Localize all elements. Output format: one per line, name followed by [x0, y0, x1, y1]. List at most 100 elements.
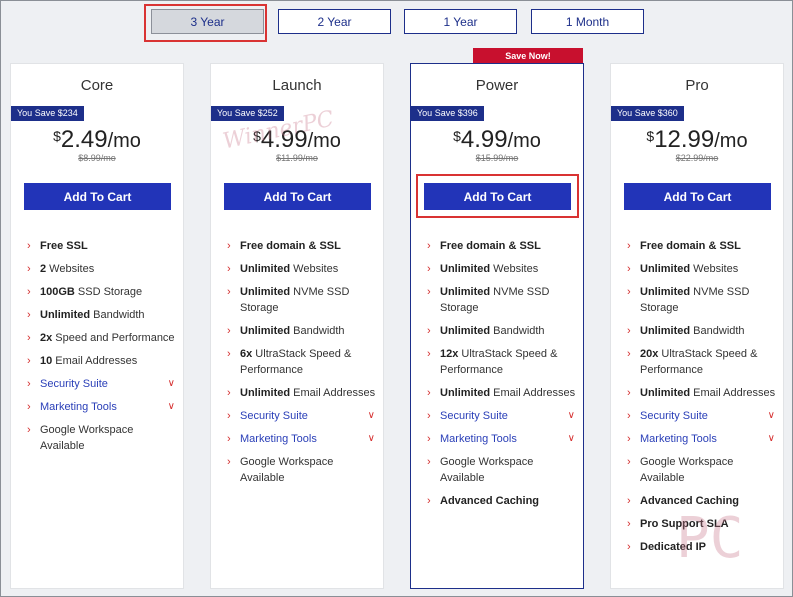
- savings-badge: You Save $234: [11, 106, 84, 121]
- arrow-right-icon: ›: [427, 433, 431, 445]
- term-1-year-button[interactable]: 1 Year: [404, 9, 517, 34]
- price-currency: $: [646, 128, 655, 144]
- feature-text: Email Addresses: [290, 387, 376, 399]
- feature-item: › Free domain & SSL: [427, 238, 579, 254]
- feature-item: › 2x Speed and Performance: [27, 330, 179, 346]
- feature-item: › Unlimited Email Addresses: [627, 385, 779, 401]
- feature-expandable[interactable]: › Security Suite ∨: [27, 376, 179, 392]
- feature-item: › Unlimited Email Addresses: [427, 385, 579, 401]
- feature-link-label[interactable]: Security Suite: [640, 410, 708, 422]
- price-period: /mo: [714, 130, 748, 152]
- feature-highlight: Unlimited: [440, 263, 491, 275]
- chevron-down-icon[interactable]: ∨: [168, 399, 175, 415]
- feature-text: Email Addresses: [690, 387, 776, 399]
- feature-highlight: 10: [40, 355, 53, 367]
- feature-text: Bandwidth: [90, 309, 145, 321]
- arrow-right-icon: ›: [27, 355, 31, 367]
- feature-text: Bandwidth: [290, 325, 345, 337]
- arrow-right-icon: ›: [627, 286, 631, 298]
- term-1-month-button[interactable]: 1 Month: [531, 9, 644, 34]
- feature-text: Email Addresses: [490, 387, 576, 399]
- add-to-cart-button[interactable]: Add To Cart: [624, 183, 771, 210]
- feature-expandable[interactable]: › Marketing Tools ∨: [427, 431, 579, 447]
- chevron-down-icon[interactable]: ∨: [768, 408, 775, 424]
- feature-item: › Google Workspace Available: [27, 422, 179, 454]
- feature-link-label[interactable]: Security Suite: [240, 410, 308, 422]
- arrow-right-icon: ›: [427, 410, 431, 422]
- price-amount: 4.99: [260, 126, 308, 153]
- feature-text: Websites: [690, 263, 739, 275]
- price: $12.99/mo: [611, 126, 783, 154]
- arrow-right-icon: ›: [227, 263, 231, 275]
- arrow-right-icon: ›: [27, 263, 31, 275]
- feature-link-label[interactable]: Marketing Tools: [440, 433, 517, 445]
- feature-highlight: 100GB: [40, 286, 75, 298]
- feature-highlight: Free domain & SSL: [440, 240, 541, 252]
- add-to-cart-button[interactable]: Add To Cart: [24, 183, 171, 210]
- feature-text: Google Workspace Available: [440, 456, 534, 484]
- plan-name: Launch: [272, 77, 322, 94]
- arrow-right-icon: ›: [627, 410, 631, 422]
- feature-text: UltraStack Speed & Performance: [640, 348, 758, 376]
- feature-text: Websites: [490, 263, 539, 275]
- feature-link-label[interactable]: Security Suite: [40, 378, 108, 390]
- feature-item: › 6x UltraStack Speed & Performance: [227, 346, 379, 378]
- feature-expandable[interactable]: › Marketing Tools ∨: [27, 399, 179, 415]
- feature-highlight: Pro Support SLA: [640, 518, 729, 530]
- feature-highlight: Unlimited: [440, 325, 491, 337]
- chevron-down-icon[interactable]: ∨: [568, 408, 575, 424]
- feature-expandable[interactable]: › Security Suite ∨: [627, 408, 779, 424]
- arrow-right-icon: ›: [227, 348, 231, 360]
- chevron-down-icon[interactable]: ∨: [768, 431, 775, 447]
- price-amount: 2.49: [60, 126, 108, 153]
- chevron-down-icon[interactable]: ∨: [368, 408, 375, 424]
- arrow-right-icon: ›: [27, 309, 31, 321]
- feature-link-label[interactable]: Security Suite: [440, 410, 508, 422]
- feature-highlight: Unlimited: [240, 387, 291, 399]
- feature-highlight: Unlimited: [240, 286, 291, 298]
- feature-highlight: Unlimited: [240, 325, 291, 337]
- feature-expandable[interactable]: › Security Suite ∨: [227, 408, 379, 424]
- feature-item: › Unlimited NVMe SSD Storage: [627, 284, 779, 316]
- arrow-right-icon: ›: [627, 348, 631, 360]
- arrow-right-icon: ›: [27, 424, 31, 436]
- arrow-right-icon: ›: [627, 263, 631, 275]
- feature-list: › Free domain & SSL › Unlimited Websites › Un…: [427, 238, 579, 516]
- feature-highlight: Unlimited: [240, 263, 291, 275]
- term-2-year-button[interactable]: 2 Year: [278, 9, 391, 34]
- feature-text: Google Workspace Available: [40, 424, 134, 452]
- feature-highlight: Unlimited: [640, 263, 691, 275]
- feature-text: SSD Storage: [74, 286, 143, 298]
- feature-item: › Free domain & SSL: [227, 238, 379, 254]
- arrow-right-icon: ›: [227, 410, 231, 422]
- plan-name: Core: [80, 77, 114, 94]
- feature-link-label[interactable]: Marketing Tools: [240, 433, 317, 445]
- save-now-badge: Save Now!: [473, 48, 583, 64]
- feature-expandable[interactable]: › Marketing Tools ∨: [227, 431, 379, 447]
- feature-item: › Unlimited NVMe SSD Storage: [427, 284, 579, 316]
- add-to-cart-button[interactable]: Add To Cart: [224, 183, 371, 210]
- feature-expandable[interactable]: › Security Suite ∨: [427, 408, 579, 424]
- feature-highlight: Unlimited: [640, 286, 691, 298]
- chevron-down-icon[interactable]: ∨: [368, 431, 375, 447]
- feature-text: Websites: [46, 263, 95, 275]
- feature-item: › Free domain & SSL: [627, 238, 779, 254]
- feature-link-label[interactable]: Marketing Tools: [640, 433, 717, 445]
- feature-expandable[interactable]: › Marketing Tools ∨: [627, 431, 779, 447]
- savings-badge: You Save $252: [211, 106, 284, 121]
- feature-text: Bandwidth: [690, 325, 745, 337]
- price: $4.99/mo: [211, 126, 383, 154]
- feature-item: › 20x UltraStack Speed & Performance: [627, 346, 779, 378]
- chevron-down-icon[interactable]: ∨: [168, 376, 175, 392]
- feature-link-label[interactable]: Marketing Tools: [40, 401, 117, 413]
- price-currency: $: [253, 128, 261, 144]
- savings-badge: You Save $360: [611, 106, 684, 121]
- feature-text: Google Workspace Available: [640, 456, 734, 484]
- chevron-down-icon[interactable]: ∨: [568, 431, 575, 447]
- feature-highlight: 6x: [240, 348, 253, 360]
- price-amount: 12.99: [654, 126, 715, 153]
- plan-card-pro: Pro You Save $360 $12.99/mo $22.99/mo Add To…: [610, 63, 784, 589]
- arrow-right-icon: ›: [427, 348, 431, 360]
- feature-item: › Unlimited Bandwidth: [27, 307, 179, 323]
- plan-name: Pro: [685, 77, 709, 94]
